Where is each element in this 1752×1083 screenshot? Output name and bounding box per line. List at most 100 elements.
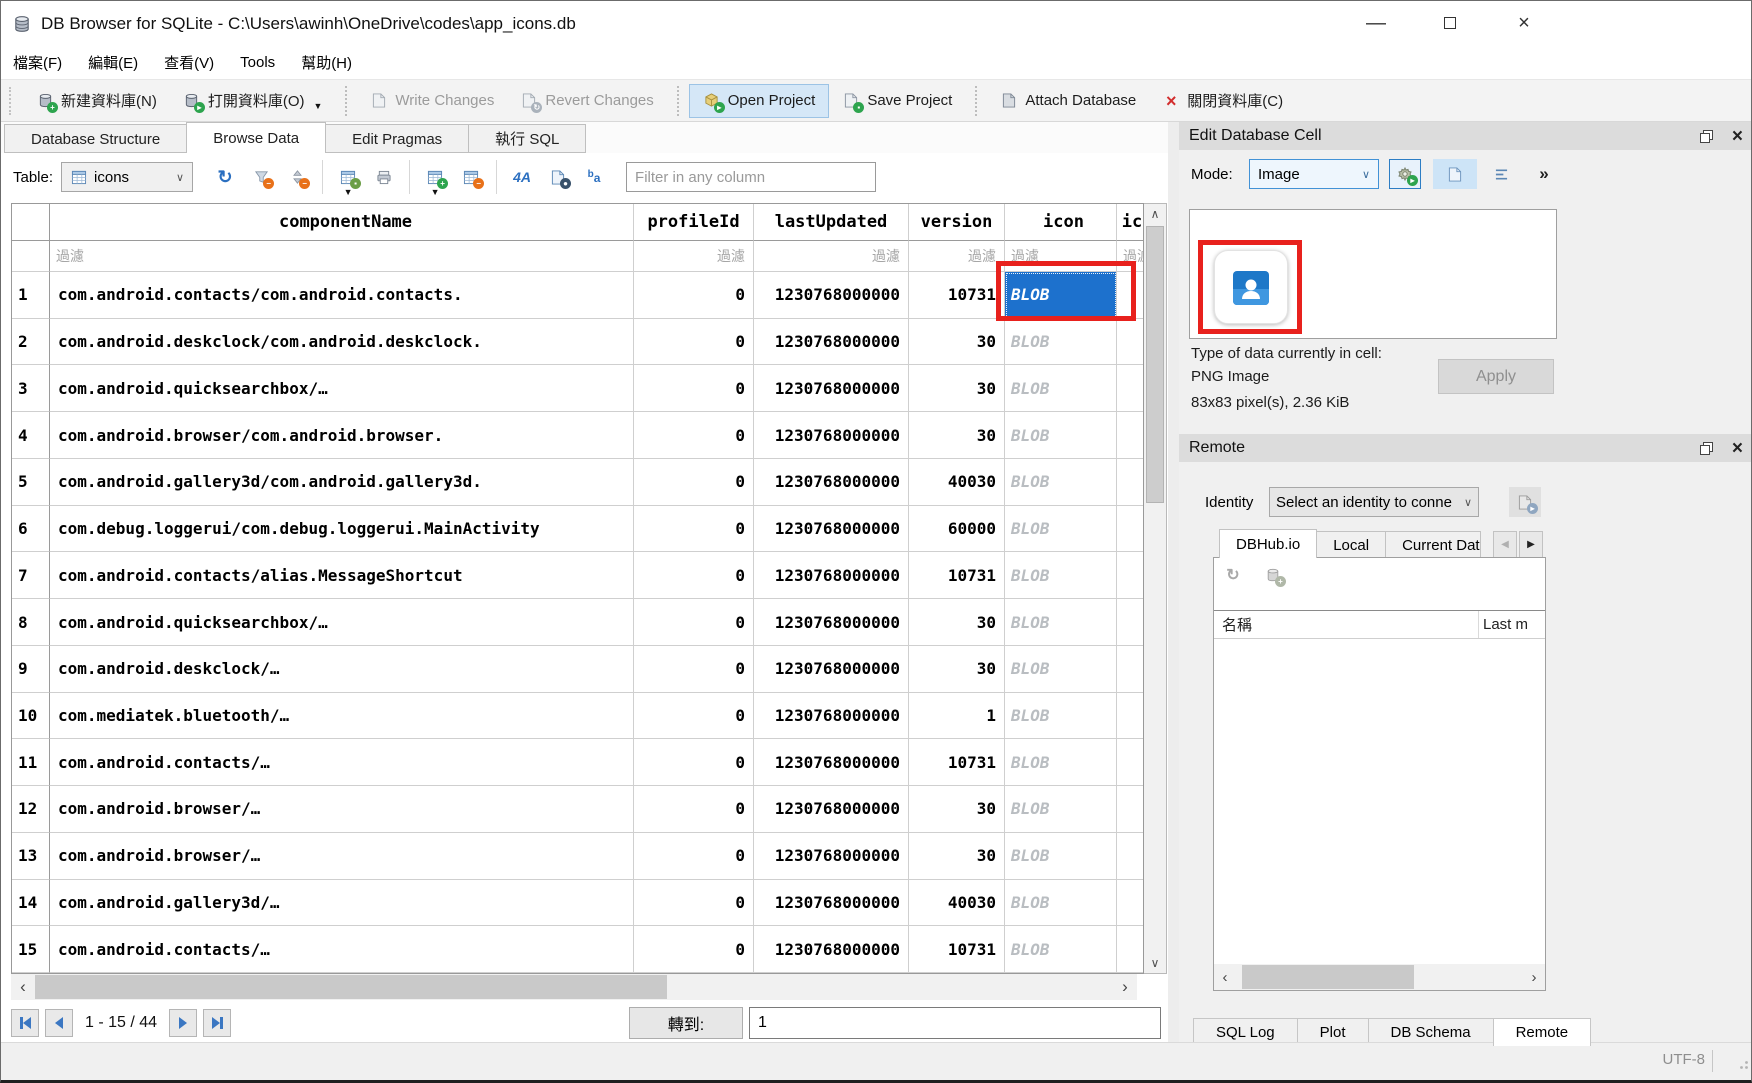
cell-partial[interactable]: [1117, 786, 1143, 833]
vertical-scrollbar[interactable]: ∧ ∨: [1144, 203, 1167, 974]
close-panel-icon[interactable]: ×: [1732, 127, 1743, 146]
row-number[interactable]: 9: [12, 646, 50, 693]
cell-partial[interactable]: [1117, 646, 1143, 693]
cell-version[interactable]: 40030: [909, 880, 1005, 927]
vertical-scroll-thumb[interactable]: [1146, 226, 1164, 503]
float-panel-icon[interactable]: [1698, 439, 1716, 457]
table-selector[interactable]: icons ∨: [61, 162, 193, 192]
cell-componentName[interactable]: com.android.deskclock/com.android.deskcl…: [50, 319, 634, 366]
cell-lastUpdated[interactable]: 1230768000000: [754, 739, 909, 786]
remote-scroll-thumb[interactable]: [1242, 965, 1414, 989]
cell-lastUpdated[interactable]: 1230768000000: [754, 365, 909, 412]
cell-componentName[interactable]: com.android.quicksearchbox/…: [50, 599, 634, 646]
cell-icon-blob[interactable]: BLOB: [1005, 459, 1117, 506]
cell-componentName[interactable]: com.android.contacts/…: [50, 926, 634, 973]
cell-lastUpdated[interactable]: 1230768000000: [754, 599, 909, 646]
cell-icon-blob[interactable]: BLOB: [1005, 412, 1117, 459]
scroll-down-icon[interactable]: ∨: [1144, 956, 1166, 970]
cell-componentName[interactable]: com.android.browser/…: [50, 786, 634, 833]
filter-input-component[interactable]: 過濾: [50, 241, 634, 272]
dock-tab-remote[interactable]: Remote: [1493, 1018, 1592, 1046]
cell-componentName[interactable]: com.mediatek.bluetooth/…: [50, 693, 634, 740]
mode-selector[interactable]: Image ∨: [1249, 159, 1379, 189]
row-number[interactable]: 15: [12, 926, 50, 973]
cell-componentName[interactable]: com.android.gallery3d/…: [50, 880, 634, 927]
cell-partial[interactable]: [1117, 739, 1143, 786]
cell-icon-blob[interactable]: BLOB: [1005, 365, 1117, 412]
cell-partial[interactable]: [1117, 506, 1143, 553]
cell-componentName[interactable]: com.android.contacts/…: [50, 739, 634, 786]
column-header-profile[interactable]: profileId: [634, 204, 754, 241]
row-number[interactable]: 10: [12, 693, 50, 740]
cell-version[interactable]: 1: [909, 693, 1005, 740]
row-number[interactable]: 1: [12, 272, 50, 319]
cell-componentName[interactable]: com.android.deskclock/…: [50, 646, 634, 693]
remote-tab-current-database[interactable]: Current Dat: [1385, 531, 1481, 558]
cell-lastUpdated[interactable]: 1230768000000: [754, 459, 909, 506]
cell-profileId[interactable]: 0: [634, 412, 754, 459]
cell-version[interactable]: 30: [909, 786, 1005, 833]
cell-profileId[interactable]: 0: [634, 272, 754, 319]
print-table-button[interactable]: [366, 159, 402, 195]
tab-database-structure[interactable]: Database Structure: [4, 124, 187, 153]
column-header-version[interactable]: version: [909, 204, 1005, 241]
cell-profileId[interactable]: 0: [634, 926, 754, 973]
scroll-right-icon[interactable]: ›: [1113, 974, 1137, 1000]
cell-lastUpdated[interactable]: 1230768000000: [754, 833, 909, 880]
row-number[interactable]: 13: [12, 833, 50, 880]
word-wrap-button[interactable]: [1487, 159, 1515, 189]
row-number[interactable]: 11: [12, 739, 50, 786]
cell-componentName[interactable]: com.android.browser/com.android.browser.: [50, 412, 634, 459]
cell-profileId[interactable]: 0: [634, 786, 754, 833]
cell-version[interactable]: 10731: [909, 272, 1005, 319]
cell-componentName[interactable]: com.android.gallery3d/com.android.galler…: [50, 459, 634, 506]
attach-database-button[interactable]: Attach Database: [987, 85, 1149, 117]
cell-lastUpdated[interactable]: 1230768000000: [754, 319, 909, 366]
filter-input-version[interactable]: 過濾: [909, 241, 1005, 272]
row-number[interactable]: 3: [12, 365, 50, 412]
cell-version[interactable]: 10731: [909, 739, 1005, 786]
dropdown-arrow-icon[interactable]: ▼: [314, 101, 323, 111]
cell-icon-blob[interactable]: BLOB: [1005, 599, 1117, 646]
filter-input-updated[interactable]: 過濾: [754, 241, 909, 272]
cell-version[interactable]: 30: [909, 412, 1005, 459]
text-mode-button[interactable]: [1433, 159, 1477, 189]
cell-componentName[interactable]: com.android.browser/…: [50, 833, 634, 880]
next-page-button[interactable]: [169, 1009, 197, 1037]
horizontal-scroll-thumb[interactable]: [35, 975, 667, 999]
column-header-updated[interactable]: lastUpdated: [754, 204, 909, 241]
tab-edit-pragmas[interactable]: Edit Pragmas: [325, 124, 469, 153]
column-header-icon[interactable]: icon: [1005, 204, 1117, 241]
dropdown-arrow-icon[interactable]: ▼: [431, 187, 440, 197]
cell-profileId[interactable]: 0: [634, 365, 754, 412]
new-database-button[interactable]: +新建資料庫(N): [23, 83, 170, 118]
scroll-left-icon[interactable]: ‹: [11, 974, 35, 1000]
cell-icon-blob[interactable]: BLOB: [1005, 552, 1117, 599]
previous-page-button[interactable]: [45, 1009, 73, 1037]
row-number[interactable]: 7: [12, 552, 50, 599]
row-number[interactable]: 8: [12, 599, 50, 646]
minimize-button[interactable]: —: [1361, 12, 1391, 35]
remote-refresh-icon[interactable]: ↻: [1224, 566, 1242, 584]
clear-sorting-button[interactable]: −: [279, 159, 315, 195]
cell-icon-blob[interactable]: BLOB: [1005, 506, 1117, 553]
cell-lastUpdated[interactable]: 1230768000000: [754, 926, 909, 973]
tab-scroll-left-icon[interactable]: ◀: [1493, 531, 1517, 558]
cell-lastUpdated[interactable]: 1230768000000: [754, 786, 909, 833]
row-number[interactable]: 2: [12, 319, 50, 366]
cell-componentName[interactable]: com.android.contacts/alias.MessageShortc…: [50, 552, 634, 599]
cell-profileId[interactable]: 0: [634, 693, 754, 740]
clone-database-icon[interactable]: +: [1264, 566, 1282, 584]
first-page-button[interactable]: [11, 1009, 39, 1037]
edit-display-format-button[interactable]: 4A: [504, 159, 540, 195]
cell-profileId[interactable]: 0: [634, 599, 754, 646]
clear-all-filters-button[interactable]: −: [243, 159, 279, 195]
cell-lastUpdated[interactable]: 1230768000000: [754, 552, 909, 599]
cell-partial[interactable]: [1117, 412, 1143, 459]
cell-profileId[interactable]: 0: [634, 880, 754, 927]
cell-version[interactable]: 30: [909, 646, 1005, 693]
scroll-right-icon[interactable]: ›: [1523, 964, 1545, 990]
delete-record-button[interactable]: −: [453, 159, 489, 195]
cell-componentName[interactable]: com.android.contacts/com.android.contact…: [50, 272, 634, 319]
cell-lastUpdated[interactable]: 1230768000000: [754, 272, 909, 319]
